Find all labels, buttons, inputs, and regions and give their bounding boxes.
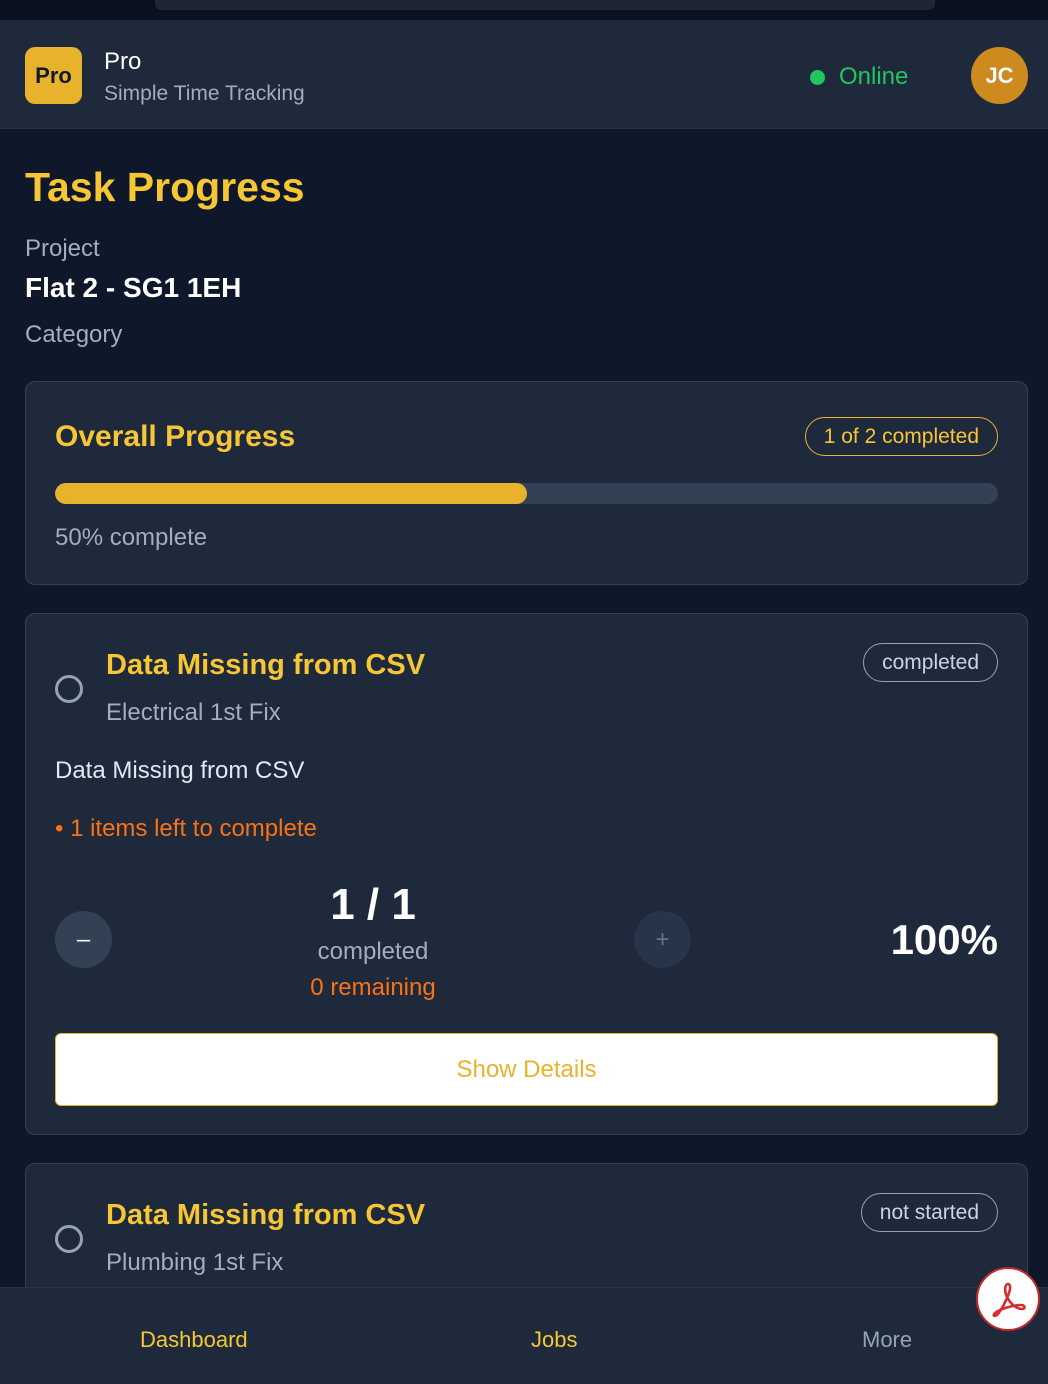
nav-dashboard[interactable]: Dashboard — [140, 1327, 248, 1353]
task-select-radio[interactable] — [55, 1225, 83, 1253]
progress-percent-text: 50% complete — [55, 524, 208, 551]
count-label: completed — [317, 938, 429, 965]
task-description: Data Missing from CSV — [55, 757, 305, 784]
task-counter: 1 / 1 completed 0 remaining — [274, 876, 472, 1006]
count-value: 1 / 1 — [330, 880, 416, 929]
task-card: Data Missing from CSV Electrical 1st Fix… — [25, 613, 1028, 1135]
project-label: Project — [25, 235, 100, 262]
task-status-badge: completed — [863, 643, 998, 682]
progress-track — [55, 483, 998, 504]
nav-jobs[interactable]: Jobs — [531, 1327, 577, 1353]
task-title: Data Missing from CSV — [106, 1199, 426, 1231]
pdf-export-button[interactable] — [976, 1267, 1040, 1331]
app-name: Pro — [104, 48, 142, 75]
nav-more[interactable]: More — [862, 1327, 912, 1353]
task-category: Electrical 1st Fix — [106, 699, 281, 726]
task-status-badge: not started — [860, 1193, 998, 1232]
task-percent: 100% — [890, 916, 998, 963]
project-name: Flat 2 - SG1 1EH — [25, 272, 242, 303]
show-details-button[interactable]: Show Details — [55, 1033, 998, 1106]
browser-top-strip — [0, 0, 1048, 20]
task-category: Plumbing 1st Fix — [106, 1249, 284, 1276]
app-header: Pro Pro Simple Time Tracking Online JC — [0, 20, 1048, 129]
task-title: Data Missing from CSV — [106, 649, 426, 681]
status-text: Online — [839, 63, 909, 90]
increment-button[interactable]: + — [634, 911, 691, 968]
online-dot-icon — [810, 69, 825, 85]
completed-count-badge: 1 of 2 completed — [804, 417, 998, 456]
items-left-notice: • 1 items left to complete — [55, 815, 317, 842]
connection-status: Online — [810, 63, 908, 91]
remaining-count: 0 remaining — [310, 974, 436, 1001]
app-logo: Pro — [25, 47, 82, 104]
progress-fill — [55, 483, 527, 504]
browser-url-bar[interactable] — [155, 0, 935, 10]
overall-progress-card: Overall Progress 1 of 2 completed 50% co… — [25, 381, 1028, 585]
user-avatar[interactable]: JC — [971, 47, 1028, 104]
pdf-icon — [992, 1282, 1026, 1318]
page-title: Task Progress — [25, 164, 305, 210]
overall-progress-title: Overall Progress — [55, 420, 296, 453]
app-subtitle: Simple Time Tracking — [104, 82, 305, 105]
task-select-radio[interactable] — [55, 675, 83, 703]
decrement-button[interactable]: – — [55, 911, 112, 968]
category-label: Category — [25, 321, 123, 348]
bottom-navigation: Dashboard Jobs More — [0, 1287, 1048, 1384]
